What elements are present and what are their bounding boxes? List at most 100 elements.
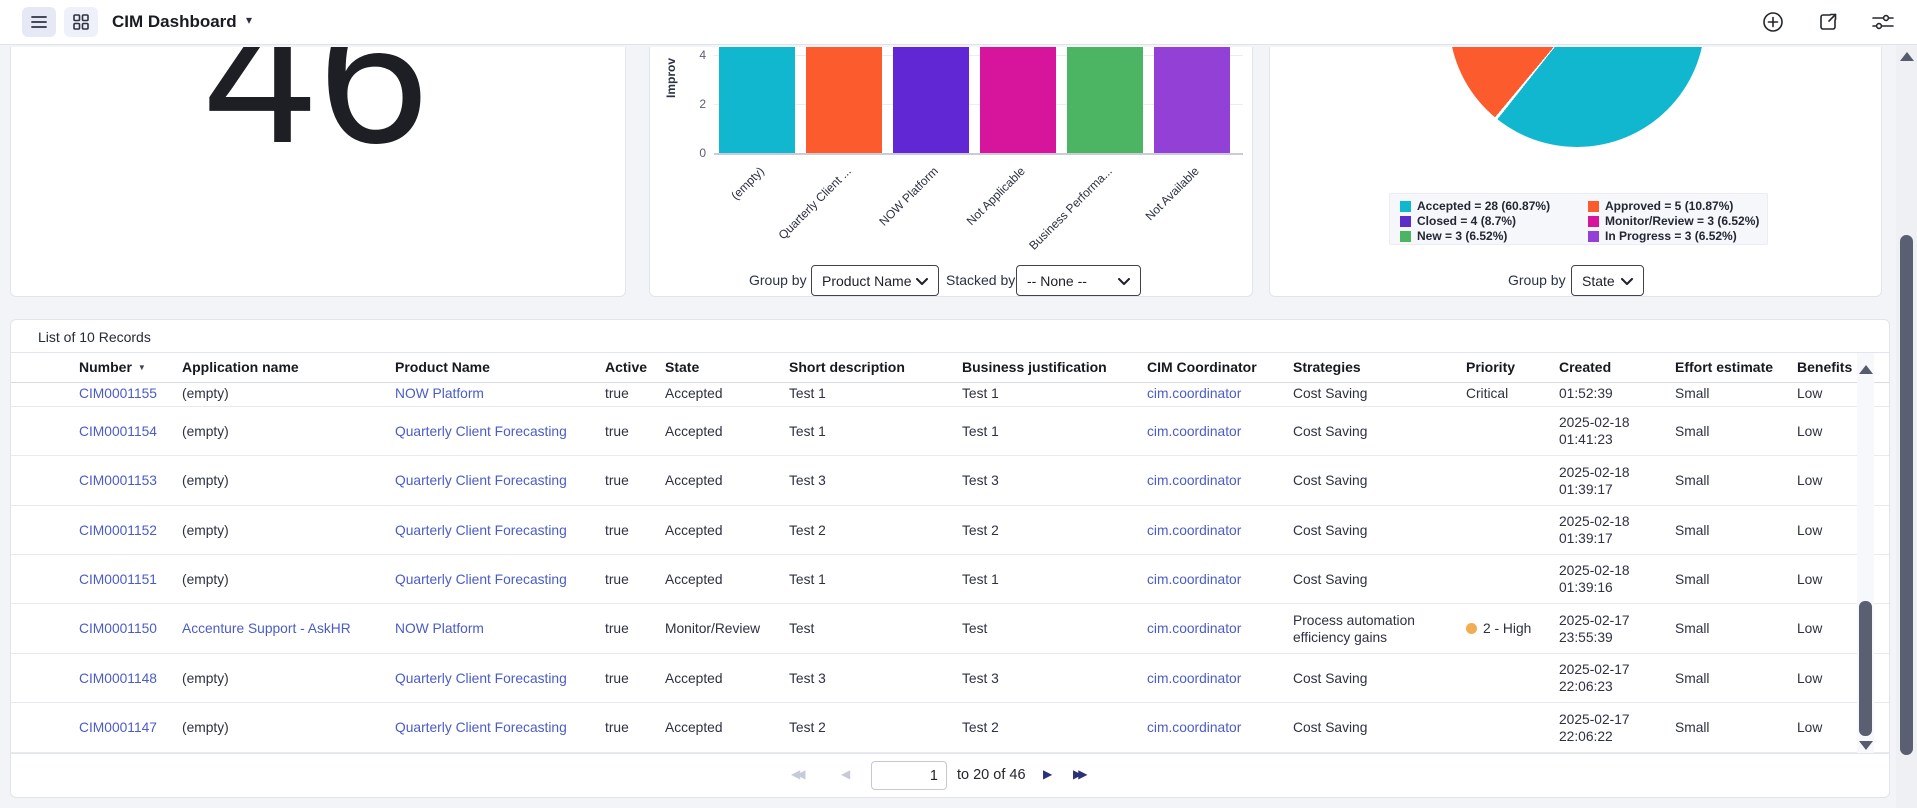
- bar-stacked-by-select[interactable]: -- None --: [1016, 265, 1141, 296]
- link-cim_coordinator[interactable]: cim.coordinator: [1147, 620, 1241, 637]
- cell-text: 2025-02-18 01:39:17: [1559, 514, 1630, 546]
- link-product[interactable]: NOW Platform: [395, 385, 484, 402]
- pie-chart-widget: Accepted = 28 (60.87%) Approved = 5 (10.8…: [1269, 47, 1882, 297]
- link-product[interactable]: Quarterly Client Forecasting: [395, 670, 567, 687]
- link-cim_coordinator[interactable]: cim.coordinator: [1147, 423, 1241, 440]
- bar-not-applicable[interactable]: [980, 47, 1056, 153]
- link-number[interactable]: CIM0001150: [79, 620, 157, 637]
- cell-short_description: Test: [789, 604, 954, 653]
- table-scrollbar[interactable]: [1857, 353, 1874, 753]
- filter-settings-button[interactable]: [1871, 10, 1895, 34]
- scroll-up-icon[interactable]: [1900, 52, 1914, 61]
- column-header-priority[interactable]: Priority: [1466, 353, 1554, 382]
- cell-benefits: Low: [1797, 456, 1855, 505]
- column-header-short_description[interactable]: Short description: [789, 353, 954, 382]
- link-number[interactable]: CIM0001147: [79, 719, 157, 736]
- link-product[interactable]: Quarterly Client Forecasting: [395, 522, 567, 539]
- cell-text: Accepted: [665, 423, 723, 439]
- cell-cim_coordinator: cim.coordinator: [1147, 604, 1285, 653]
- pie-chart[interactable]: [1449, 47, 1705, 147]
- page-number-input[interactable]: [871, 761, 947, 790]
- add-button[interactable]: [1761, 10, 1785, 34]
- link-cim_coordinator[interactable]: cim.coordinator: [1147, 571, 1241, 588]
- chevron-down-icon: [916, 273, 928, 289]
- share-button[interactable]: [1816, 10, 1840, 34]
- link-number[interactable]: CIM0001155: [79, 385, 157, 402]
- page-scrollbar[interactable]: [1896, 44, 1917, 808]
- link-number[interactable]: CIM0001154: [79, 423, 157, 440]
- bar-quarterly-client-[interactable]: [806, 47, 882, 153]
- cell-text: true: [605, 670, 629, 686]
- link-product[interactable]: Quarterly Client Forecasting: [395, 423, 567, 440]
- cell-text: true: [605, 386, 629, 401]
- cell-priority: [1466, 407, 1554, 455]
- cell-text: Test 3: [962, 473, 999, 488]
- legend-item: Monitor/Review = 3 (6.52%): [1588, 214, 1759, 228]
- previous-page-button[interactable]: ◀: [841, 767, 850, 781]
- column-header-benefits[interactable]: Benefits: [1797, 353, 1855, 382]
- column-header-state[interactable]: State: [665, 353, 780, 382]
- cell-state: Accepted: [665, 654, 780, 702]
- link-cim_coordinator[interactable]: cim.coordinator: [1147, 472, 1241, 489]
- link-cim_coordinator[interactable]: cim.coordinator: [1147, 522, 1241, 539]
- link-cim_coordinator[interactable]: cim.coordinator: [1147, 670, 1241, 687]
- chevron-down-icon: [1118, 273, 1130, 289]
- link-cim_coordinator[interactable]: cim.coordinator: [1147, 385, 1241, 402]
- cell-effort_estimate: Small: [1675, 456, 1790, 505]
- pie-group-by-select[interactable]: State: [1571, 265, 1644, 296]
- cell-effort_estimate: Small: [1675, 555, 1790, 603]
- column-header-strategies[interactable]: Strategies: [1293, 353, 1458, 382]
- cell-cim_coordinator: cim.coordinator: [1147, 703, 1285, 752]
- link-product[interactable]: Quarterly Client Forecasting: [395, 472, 567, 489]
- link-product[interactable]: Quarterly Client Forecasting: [395, 571, 567, 588]
- column-header-created[interactable]: Created: [1559, 353, 1667, 382]
- link-number[interactable]: CIM0001152: [79, 522, 157, 539]
- cell-text: (empty): [182, 473, 229, 488]
- link-application[interactable]: Accenture Support - AskHR: [182, 620, 351, 637]
- cell-benefits: Low: [1797, 555, 1855, 603]
- cell-text: Test 1: [789, 386, 826, 401]
- bar-business-performa-[interactable]: [1067, 47, 1143, 153]
- cell-text: Accepted: [665, 473, 723, 488]
- cell-product: Quarterly Client Forecasting: [395, 506, 595, 554]
- bar-not-available[interactable]: [1154, 47, 1230, 153]
- first-page-button[interactable]: ◀◀: [791, 767, 806, 781]
- column-header-product[interactable]: Product Name: [395, 353, 595, 382]
- column-header-application[interactable]: Application name: [182, 353, 387, 382]
- cell-product: Quarterly Client Forecasting: [395, 407, 595, 455]
- dashboard-grid-button[interactable]: [64, 7, 98, 37]
- link-number[interactable]: CIM0001153: [79, 472, 157, 489]
- cell-text: Low: [1797, 720, 1823, 735]
- table-scrollbar-thumb[interactable]: [1859, 601, 1872, 736]
- cell-text: Test: [962, 621, 988, 636]
- bar--empty-[interactable]: [719, 47, 795, 153]
- menu-button[interactable]: [22, 7, 56, 37]
- column-header-number[interactable]: Number ▼: [79, 353, 174, 382]
- next-page-button[interactable]: ▶: [1043, 767, 1052, 781]
- column-header-effort_estimate[interactable]: Effort estimate: [1675, 353, 1790, 382]
- column-header-business_justification[interactable]: Business justification: [962, 353, 1137, 382]
- link-number[interactable]: CIM0001151: [79, 571, 157, 588]
- dashboard-content: 46 4 2 0 (empty) Quarterly Client ... NOW Pla…: [0, 47, 1917, 808]
- link-cim_coordinator[interactable]: cim.coordinator: [1147, 719, 1241, 736]
- scroll-up-icon[interactable]: [1859, 365, 1873, 374]
- link-number[interactable]: CIM0001148: [79, 670, 157, 687]
- legend-item: Accepted = 28 (60.87%): [1400, 199, 1550, 213]
- column-header-active[interactable]: Active: [605, 353, 660, 382]
- last-page-button[interactable]: ▶▶: [1073, 767, 1088, 781]
- page-title: CIM Dashboard: [112, 12, 237, 31]
- link-product[interactable]: Quarterly Client Forecasting: [395, 719, 567, 736]
- cell-text: true: [605, 522, 629, 538]
- title-dropdown-caret-icon[interactable]: ▾: [246, 13, 252, 27]
- page-scrollbar-thumb[interactable]: [1900, 235, 1913, 755]
- column-header-cim_coordinator[interactable]: CIM Coordinator: [1147, 353, 1285, 382]
- bar-group-by-select[interactable]: Product Name: [811, 265, 939, 296]
- scroll-down-icon[interactable]: [1859, 741, 1873, 750]
- cell-text: true: [605, 423, 629, 439]
- cell-application: (empty): [182, 506, 387, 554]
- cell-text: Test 1: [962, 423, 999, 439]
- legend-swatch: [1400, 230, 1411, 242]
- cell-business_justification: Test 2: [962, 506, 1137, 554]
- link-product[interactable]: NOW Platform: [395, 620, 484, 637]
- bar-now-platform[interactable]: [893, 47, 969, 153]
